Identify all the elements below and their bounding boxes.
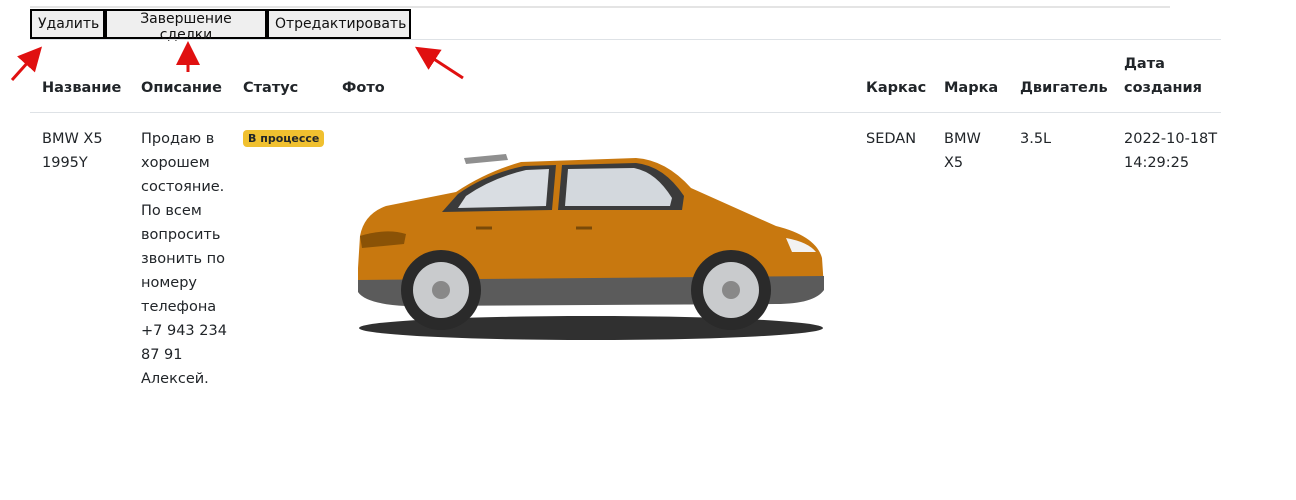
cell-name: BMW X5 1995Y [42,131,103,171]
delete-button[interactable]: Удалить [30,9,105,39]
cell-created-date: 2022-10-18T14:29:25 [1124,131,1218,171]
cell-description: Продаю в хорошем состояние. По всем вопр… [141,131,227,387]
complete-deal-button[interactable]: Завершение сделки [105,9,267,43]
header-make: Марка [944,80,999,96]
orange-suv-photo-icon [358,154,824,340]
header-description: Описание [141,80,222,96]
header-created-date: Дата создания [1124,56,1202,96]
cell-engine: 3.5L [1020,131,1052,147]
red-arrow-icon [414,46,464,80]
red-arrow-icon [10,46,43,82]
status-badge: В процессе [243,130,325,147]
table-top-border [30,39,1221,40]
top-divider [30,6,1170,8]
cell-body-type: SEDAN [866,131,917,147]
header-body-type: Каркас [866,80,927,96]
cell-make: BMW X5 [944,131,981,171]
header-status: Статус [243,80,299,96]
action-toolbar: Удалить Завершение сделки Отредактироват… [30,9,411,43]
header-name: Название [42,80,122,96]
header-photo: Фото [342,80,385,96]
header-engine: Двигатель [1020,80,1108,96]
car-photo [346,148,826,348]
edit-button[interactable]: Отредактировать [267,9,411,39]
header-bottom-border [30,112,1221,113]
